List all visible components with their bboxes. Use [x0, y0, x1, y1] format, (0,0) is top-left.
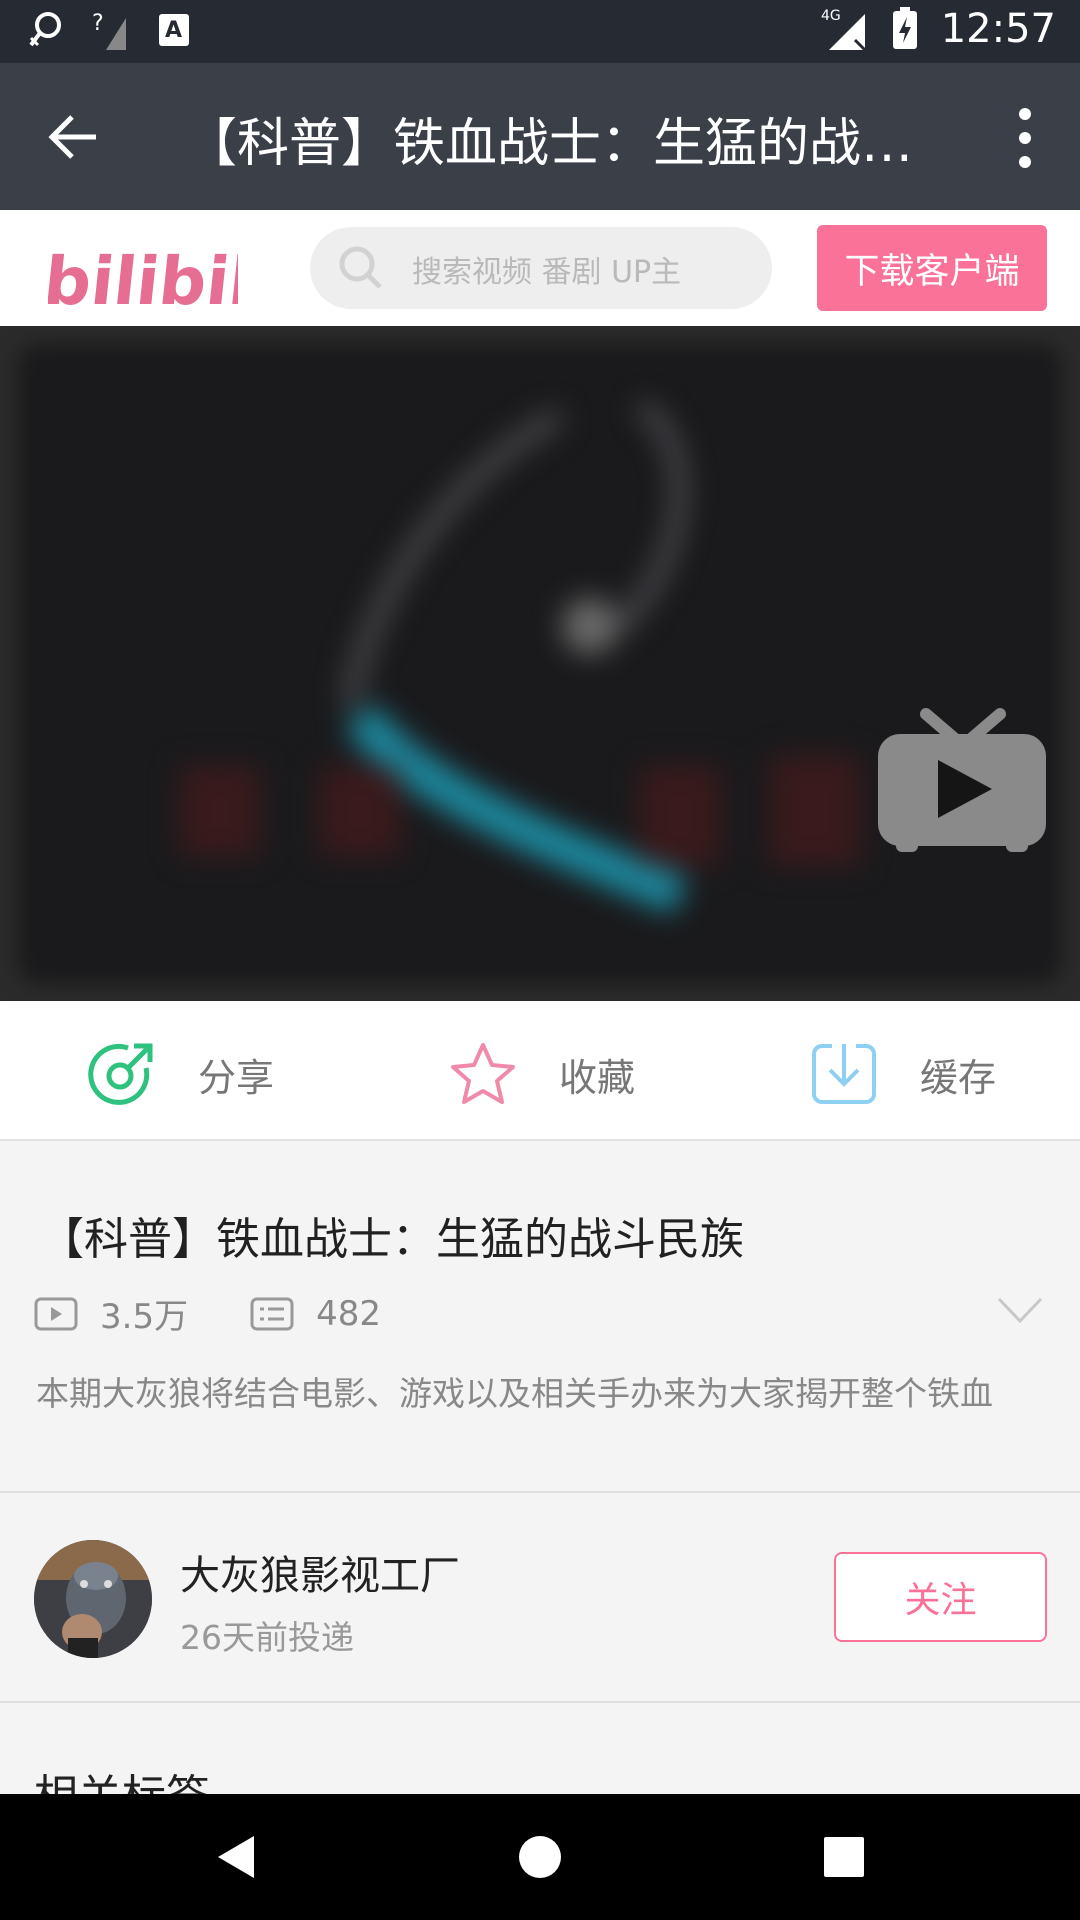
- nav-back-icon[interactable]: [216, 1834, 256, 1880]
- search-input[interactable]: 搜索视频 番剧 UP主: [310, 227, 772, 309]
- danmaku-icon: [250, 1297, 294, 1330]
- favorite-button[interactable]: 收藏: [449, 1039, 635, 1109]
- search-placeholder: 搜索视频 番剧 UP主: [412, 255, 682, 290]
- nav-home-icon[interactable]: [518, 1834, 562, 1880]
- back-arrow-icon[interactable]: [44, 107, 104, 167]
- video-stats: 3.5万 482: [34, 1289, 443, 1338]
- bilibili-logo[interactable]: bilibili: [48, 226, 238, 316]
- uploader-name[interactable]: 大灰狼影视工厂: [180, 1543, 460, 1601]
- video-description: 本期大灰狼将结合电影、游戏以及相关手办来为大家揭开整个铁血: [36, 1374, 993, 1413]
- danmaku-count: 482: [250, 1294, 381, 1334]
- play-count-icon: [34, 1297, 78, 1330]
- search-icon: [339, 246, 382, 289]
- page-title: 【科普】铁血战士：生猛的战斗…: [185, 114, 935, 174]
- share-icon: [88, 1043, 153, 1105]
- battery-charging-icon: [892, 7, 917, 49]
- svg-text:?: ?: [92, 11, 104, 36]
- video-thumbnail-art: [180, 400, 860, 914]
- danmaku-count-value: 482: [316, 1293, 381, 1334]
- action-bar: 分享 收藏 缓存: [0, 1001, 1080, 1141]
- share-button[interactable]: 分享: [88, 1039, 274, 1109]
- status-bar: ? A 4G 12:57: [0, 0, 1080, 63]
- more-vert-icon[interactable]: [1010, 105, 1040, 171]
- play-tv-icon[interactable]: [876, 706, 1048, 856]
- video-info: 【科普】铁血战士：生猛的战斗民族 3.5万 482 本期大灰狼将结合电影、游戏以…: [0, 1141, 1080, 1493]
- a-notification-icon: A: [159, 14, 189, 46]
- favorite-label: 收藏: [559, 1055, 636, 1100]
- network-label: 4G: [821, 8, 841, 24]
- svg-text:A: A: [165, 18, 182, 43]
- cache-label: 缓存: [920, 1055, 997, 1100]
- share-label: 分享: [198, 1055, 275, 1100]
- view-count: 3.5万: [34, 1289, 188, 1338]
- avatar[interactable]: [34, 1540, 152, 1658]
- download-icon: [812, 1044, 876, 1104]
- avatar-image: [34, 1540, 152, 1658]
- follow-button[interactable]: 关注: [834, 1552, 1047, 1642]
- cache-button[interactable]: 缓存: [810, 1039, 996, 1109]
- nav-recents-icon[interactable]: [823, 1834, 865, 1880]
- view-count-value: 3.5万: [100, 1297, 189, 1337]
- signal-question-icon: ?: [92, 11, 126, 50]
- video-player[interactable]: [0, 326, 1080, 1001]
- network-4g-icon: 4G: [821, 8, 866, 52]
- star-icon: [451, 1043, 515, 1104]
- svg-text:bilibili: bilibili: [48, 243, 238, 316]
- upload-time: 26天前投递: [180, 1618, 354, 1657]
- chevron-down-icon[interactable]: [996, 1293, 1044, 1327]
- uploader-section: 大灰狼影视工厂 26天前投递 关注: [0, 1493, 1080, 1703]
- site-header: bilibili 搜索视频 番剧 UP主 下载客户端: [0, 210, 1080, 326]
- clock: 12:57: [940, 6, 1056, 52]
- app-bar: 【科普】铁血战士：生猛的战斗…: [0, 63, 1080, 210]
- system-nav-bar: [0, 1794, 1080, 1920]
- location-icon: [29, 12, 61, 47]
- video-title: 【科普】铁血战士：生猛的战斗民族: [40, 1214, 744, 1265]
- download-client-button[interactable]: 下载客户端: [817, 225, 1047, 311]
